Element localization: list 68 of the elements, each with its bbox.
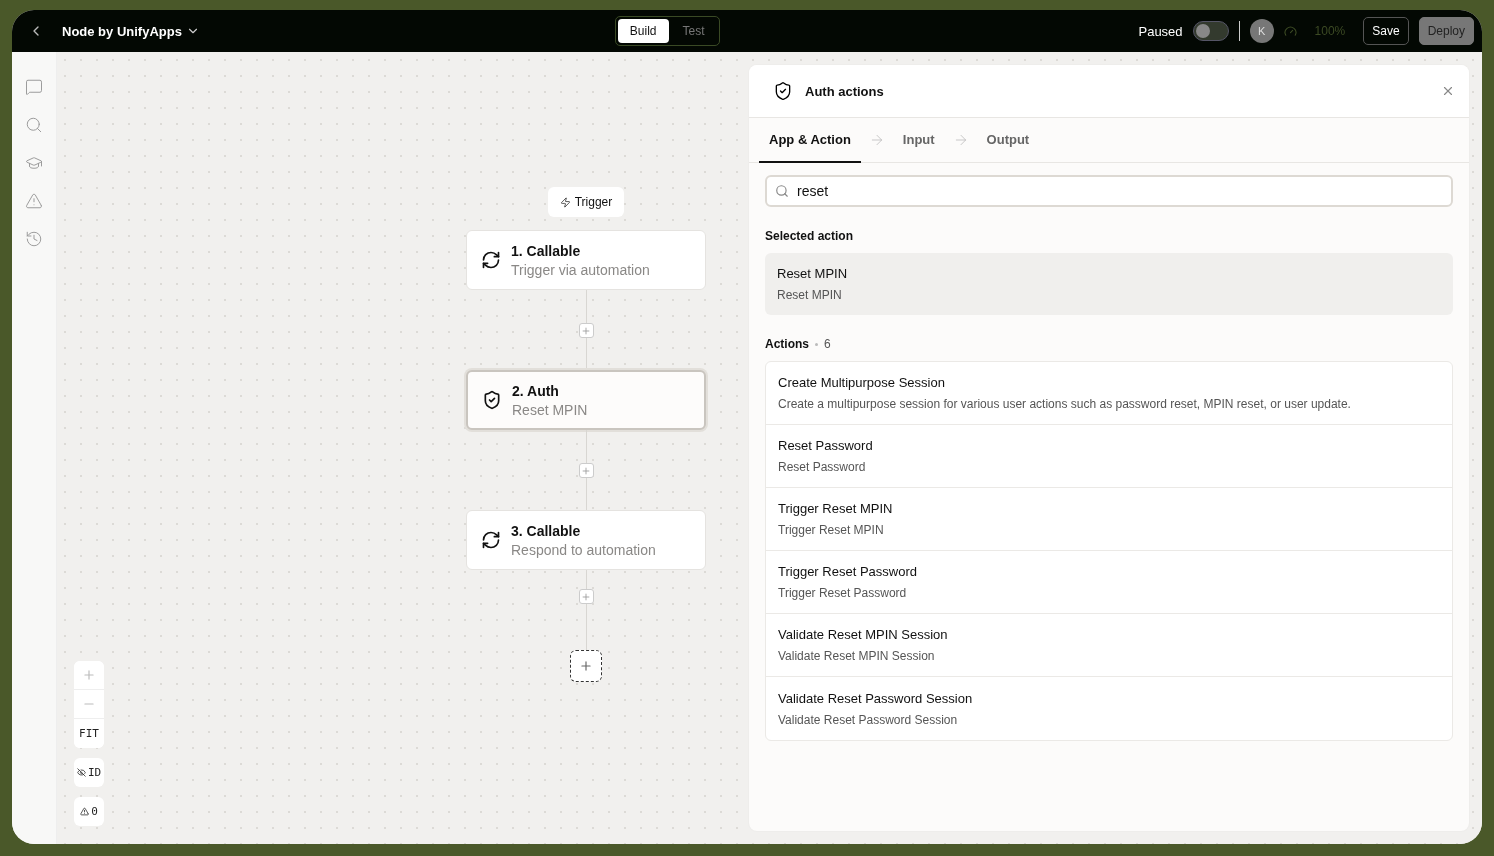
refresh-icon	[481, 530, 501, 550]
action-list-item[interactable]: Validate Reset Password Session Validate Reset Password Session	[766, 677, 1452, 740]
action-description: Reset Password	[778, 460, 867, 474]
status-label: Paused	[1138, 23, 1183, 39]
history-icon[interactable]	[25, 230, 43, 248]
plus-icon	[581, 591, 591, 602]
action-title: Reset MPIN	[777, 266, 849, 281]
action-list-item[interactable]: Trigger Reset MPIN Trigger Reset MPIN	[766, 488, 1452, 551]
save-button[interactable]: Save	[1363, 17, 1409, 45]
step-subtitle: Respond to automation	[511, 541, 656, 558]
plus-icon	[82, 668, 96, 682]
lightning-icon	[559, 196, 571, 208]
plus-icon	[581, 465, 591, 476]
add-step-button[interactable]	[570, 650, 602, 682]
action-list-item[interactable]: Trigger Reset Password Trigger Reset Password	[766, 551, 1452, 614]
warning-icon	[80, 807, 90, 816]
action-list-item[interactable]: Create Multipurpose Session Create a multipurpose session for various user actions such as password reset, MPIN reset, or user update.	[766, 362, 1452, 425]
mode-tab[interactable]: Test	[670, 19, 717, 43]
close-button[interactable]	[1441, 84, 1455, 98]
step-subtitle: Trigger via automation	[511, 261, 650, 278]
mode-tab[interactable]: Build	[617, 19, 669, 43]
section-label: Selected action	[765, 229, 854, 243]
step-subtitle: Reset MPIN	[512, 401, 588, 418]
gauge-icon	[1283, 24, 1297, 38]
action-description: Trigger Reset MPIN	[778, 523, 885, 537]
search-icon	[775, 184, 789, 198]
selected-action-card[interactable]: Reset MPIN Reset MPIN	[765, 253, 1453, 315]
zoom-level: 100%	[1314, 24, 1346, 38]
project-title-dropdown[interactable]: Node by UnifyApps	[62, 23, 200, 39]
action-list-item[interactable]: Reset Password Reset Password	[766, 425, 1452, 488]
action-description: Create a multipurpose session for various user actions such as password reset, MPIN reset, or user update.	[778, 397, 1352, 411]
action-description: Validate Reset MPIN Session	[778, 649, 936, 663]
action-title: Trigger Reset MPIN	[778, 501, 894, 516]
chat-icon[interactable]	[25, 78, 43, 96]
graduation-cap-icon[interactable]	[25, 154, 43, 172]
warning-icon[interactable]	[25, 192, 43, 210]
shield-check-icon	[482, 390, 502, 410]
pause-toggle[interactable]	[1192, 21, 1229, 41]
flow-step-card[interactable]: 1. Callable Trigger via automation	[466, 230, 706, 290]
action-title: Trigger Reset Password	[778, 564, 918, 579]
step-tab[interactable]: Output	[976, 118, 1040, 163]
section-label: Actions	[765, 337, 809, 351]
refresh-icon	[481, 250, 501, 270]
action-description: Validate Reset Password Session	[778, 712, 959, 727]
action-title: Validate Reset Password Session	[778, 690, 974, 706]
flow-step-card[interactable]: 3. Callable Respond to automation	[466, 510, 706, 570]
trigger-node[interactable]: Trigger	[547, 187, 625, 217]
step-title: 2. Auth	[512, 382, 560, 399]
step-title: 3. Callable	[511, 522, 582, 539]
action-title: Create Multipurpose Session	[778, 375, 946, 390]
flow-step-card[interactable]: 2. Auth Reset MPIN	[466, 370, 706, 430]
search-field[interactable]: reset	[765, 175, 1453, 207]
step-tab[interactable]: App & Action	[759, 118, 861, 163]
action-description: Trigger Reset Password	[778, 586, 908, 600]
step-title: 1. Callable	[511, 242, 582, 259]
action-title: Reset Password	[778, 438, 874, 453]
action-list-item[interactable]: Validate Reset MPIN Session Validate Reset MPIN Session	[766, 614, 1452, 677]
plus-icon	[581, 325, 591, 336]
search-icon[interactable]	[25, 116, 43, 134]
step-tab[interactable]: Input	[892, 118, 945, 163]
action-title: Validate Reset MPIN Session	[778, 627, 949, 642]
actions-count: 6	[824, 337, 831, 351]
plus-icon	[579, 659, 593, 673]
action-description: Reset MPIN	[777, 288, 843, 302]
eye-off-icon	[76, 768, 86, 777]
zoom-in-button[interactable]	[74, 661, 104, 690]
panel-title: Auth actions	[805, 83, 885, 99]
shield-check-icon	[773, 81, 793, 101]
